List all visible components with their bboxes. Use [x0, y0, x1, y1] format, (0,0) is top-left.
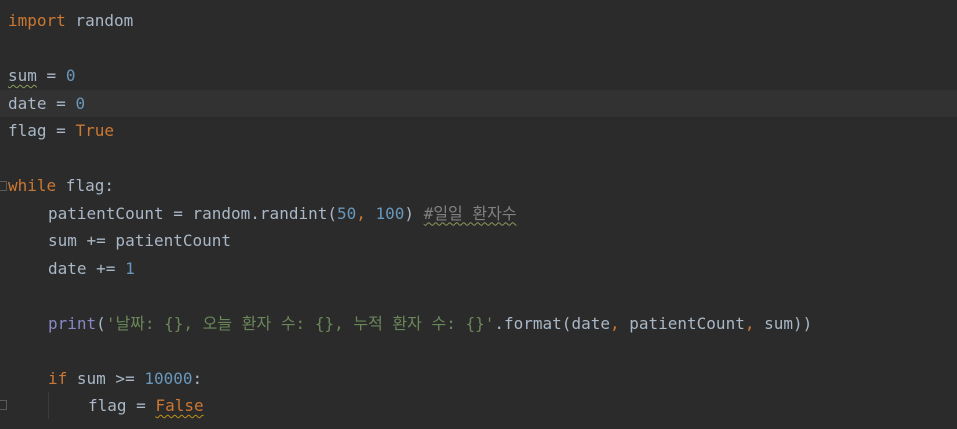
variable-flag: flag [88, 396, 127, 415]
code-line-1[interactable]: import random [0, 7, 957, 35]
comma: , [744, 313, 765, 333]
code-line-14[interactable]: if sum >= 10000: [0, 365, 957, 393]
format-call: .format(date [494, 313, 610, 333]
number-literal: 50 [336, 203, 357, 223]
code-line-9[interactable]: sum += patientCount [0, 227, 957, 255]
sum-increment: sum += patientCount [48, 231, 232, 250]
assign-operator: = [46, 121, 76, 140]
date-increment: date += [48, 258, 126, 278]
if-condition: sum >= [67, 368, 145, 388]
open-paren: ( [96, 313, 106, 333]
code-line-4[interactable]: date = 0 [0, 89, 957, 117]
code-line-5[interactable]: flag = True [0, 117, 957, 145]
colon: : [192, 368, 203, 388]
code-line-7[interactable]: while flag: [0, 172, 957, 200]
code-editor[interactable]: import random sum = 0 date = 0 flag = Tr… [0, 0, 957, 429]
builtin-print: print [48, 313, 97, 333]
module-name: random [65, 11, 134, 30]
comment: #일일 환자수 [423, 203, 517, 223]
string-literal: '날짜: {}, 오늘 환자 수: {}, 누적 환자 수: {}' [105, 313, 495, 333]
assign-operator: = [36, 66, 66, 85]
arg-sum: sum)) [764, 313, 813, 333]
code-line-10[interactable]: date += 1 [0, 255, 957, 283]
keyword-import: import [8, 11, 66, 30]
number-literal: 0 [65, 66, 76, 85]
indent-guide [48, 392, 49, 419]
arg-patientcount: patientCount [629, 313, 745, 333]
number-literal: 0 [75, 93, 86, 113]
keyword-while: while [8, 176, 57, 195]
variable-flag: flag [8, 121, 47, 140]
number-literal: 1 [125, 258, 135, 278]
number-literal: 10000 [144, 368, 193, 388]
code-line-3[interactable]: sum = 0 [0, 62, 957, 90]
variable-date: date [8, 93, 47, 113]
keyword-if: if [48, 368, 68, 388]
randint-call: patientCount = random.randint( [48, 203, 337, 223]
fold-end-icon[interactable] [0, 400, 7, 410]
variable-sum: sum [8, 66, 37, 85]
code-line-12[interactable]: print('날짜: {}, 오늘 환자 수: {}, 누적 환자 수: {}'… [0, 310, 957, 338]
while-condition: flag: [56, 176, 114, 195]
boolean-true: True [75, 121, 114, 140]
code-line-8[interactable]: patientCount = random.randint(50, 100) #… [0, 200, 957, 228]
close-paren: ) [404, 203, 415, 223]
comma: , [609, 313, 630, 333]
assign-operator: = [126, 396, 156, 415]
code-line-15[interactable]: flag = False [0, 392, 957, 420]
boolean-false: False [155, 396, 204, 415]
assign-operator: = [46, 93, 76, 113]
comma: , [356, 203, 376, 223]
number-literal: 100 [375, 203, 405, 223]
fold-start-icon[interactable] [0, 181, 7, 191]
